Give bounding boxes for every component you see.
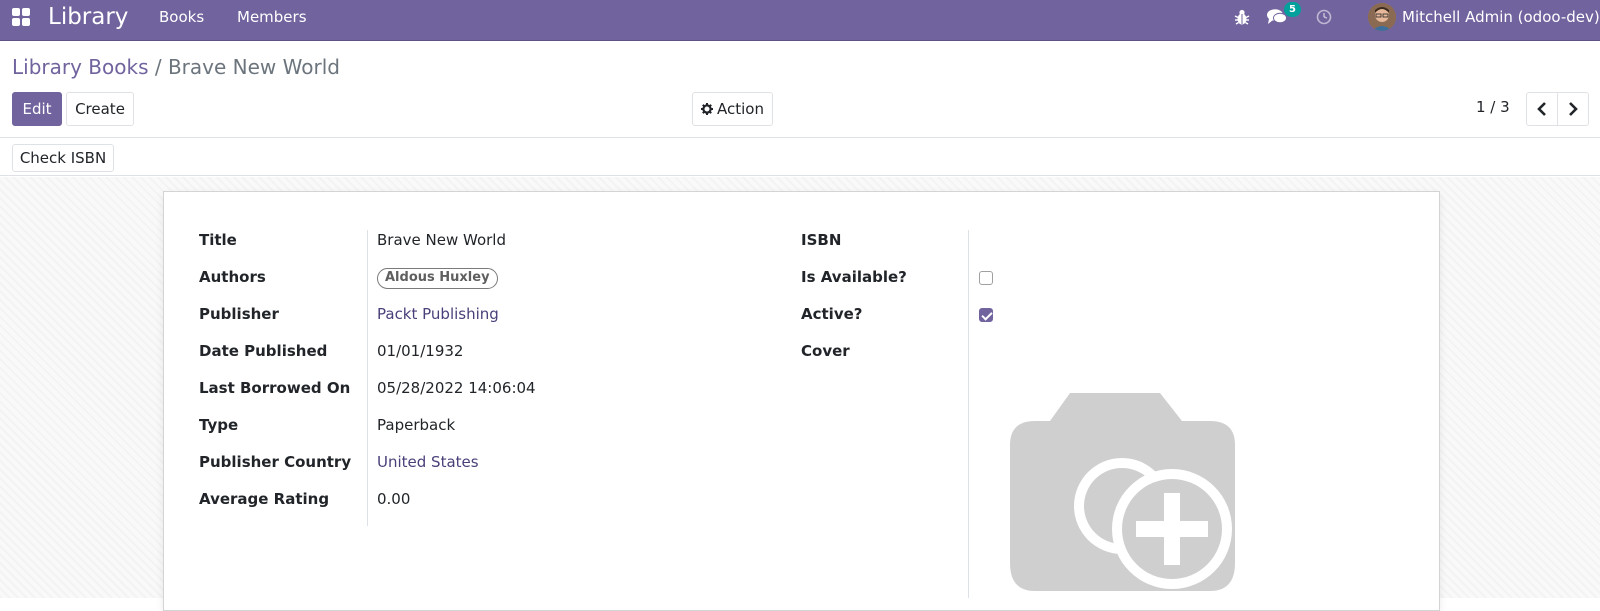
publisher-label: Publisher: [199, 305, 279, 323]
isbn-label: ISBN: [801, 231, 842, 249]
breadcrumb-current: Brave New World: [167, 55, 340, 79]
date-published-label: Date Published: [199, 342, 328, 360]
app-title[interactable]: Library: [48, 3, 128, 31]
average-rating-label: Average Rating: [199, 490, 330, 508]
publisher-link[interactable]: Packt Publishing: [377, 305, 499, 323]
is-available-label: Is Available?: [801, 268, 907, 286]
top-navbar: Library Books Members 5 Mitchell Admin (…: [0, 0, 1600, 41]
apps-grid-icon[interactable]: [12, 8, 30, 26]
title-label: Title: [199, 231, 237, 249]
chevron-right-icon: [1569, 102, 1578, 116]
create-button[interactable]: Create: [66, 92, 134, 126]
bug-icon[interactable]: [1234, 8, 1250, 26]
user-menu[interactable]: Mitchell Admin (odoo-dev): [1402, 8, 1600, 26]
title-value[interactable]: Brave New World: [377, 231, 506, 249]
pager-previous-button[interactable]: [1526, 92, 1558, 126]
right-group-separator: [968, 230, 969, 598]
form-statusbar: [0, 138, 1600, 176]
last-borrowed-value[interactable]: 05/28/2022 14:06:04: [377, 379, 536, 397]
date-published-value[interactable]: 01/01/1932: [377, 342, 463, 360]
left-group-separator: [367, 230, 368, 526]
clock-icon[interactable]: [1316, 9, 1332, 25]
author-tag[interactable]: Aldous Huxley: [377, 268, 498, 289]
action-button[interactable]: Action: [692, 92, 773, 126]
authors-label: Authors: [199, 268, 266, 286]
type-label: Type: [199, 416, 239, 434]
pager-next-button[interactable]: [1557, 92, 1589, 126]
messages-badge: 5: [1284, 2, 1301, 17]
gear-icon: [701, 103, 713, 115]
breadcrumb: Library Books / Brave New World: [12, 55, 340, 79]
menu-item-books[interactable]: Books: [159, 8, 204, 26]
cover-label: Cover: [801, 342, 850, 360]
action-button-label: Action: [717, 100, 764, 118]
breadcrumb-separator: /: [154, 55, 162, 79]
is-available-checkbox[interactable]: [979, 271, 993, 285]
publisher-country-link[interactable]: United States: [377, 453, 479, 471]
check-isbn-button[interactable]: Check ISBN: [12, 144, 114, 172]
camera-plus-icon[interactable]: [1010, 393, 1235, 591]
publisher-country-label: Publisher Country: [199, 453, 352, 471]
average-rating-value[interactable]: 0.00: [377, 490, 410, 508]
avatar[interactable]: [1368, 3, 1396, 31]
menu-item-members[interactable]: Members: [237, 8, 307, 26]
breadcrumb-parent[interactable]: Library Books: [12, 55, 148, 79]
edit-button[interactable]: Edit: [12, 92, 62, 126]
active-label: Active?: [801, 305, 863, 323]
pager-value[interactable]: 1 / 3: [1476, 98, 1510, 116]
type-value[interactable]: Paperback: [377, 416, 455, 434]
active-checkbox[interactable]: [979, 308, 993, 322]
chevron-left-icon: [1537, 102, 1546, 116]
last-borrowed-label: Last Borrowed On: [199, 379, 351, 397]
form-sheet: [163, 191, 1440, 611]
